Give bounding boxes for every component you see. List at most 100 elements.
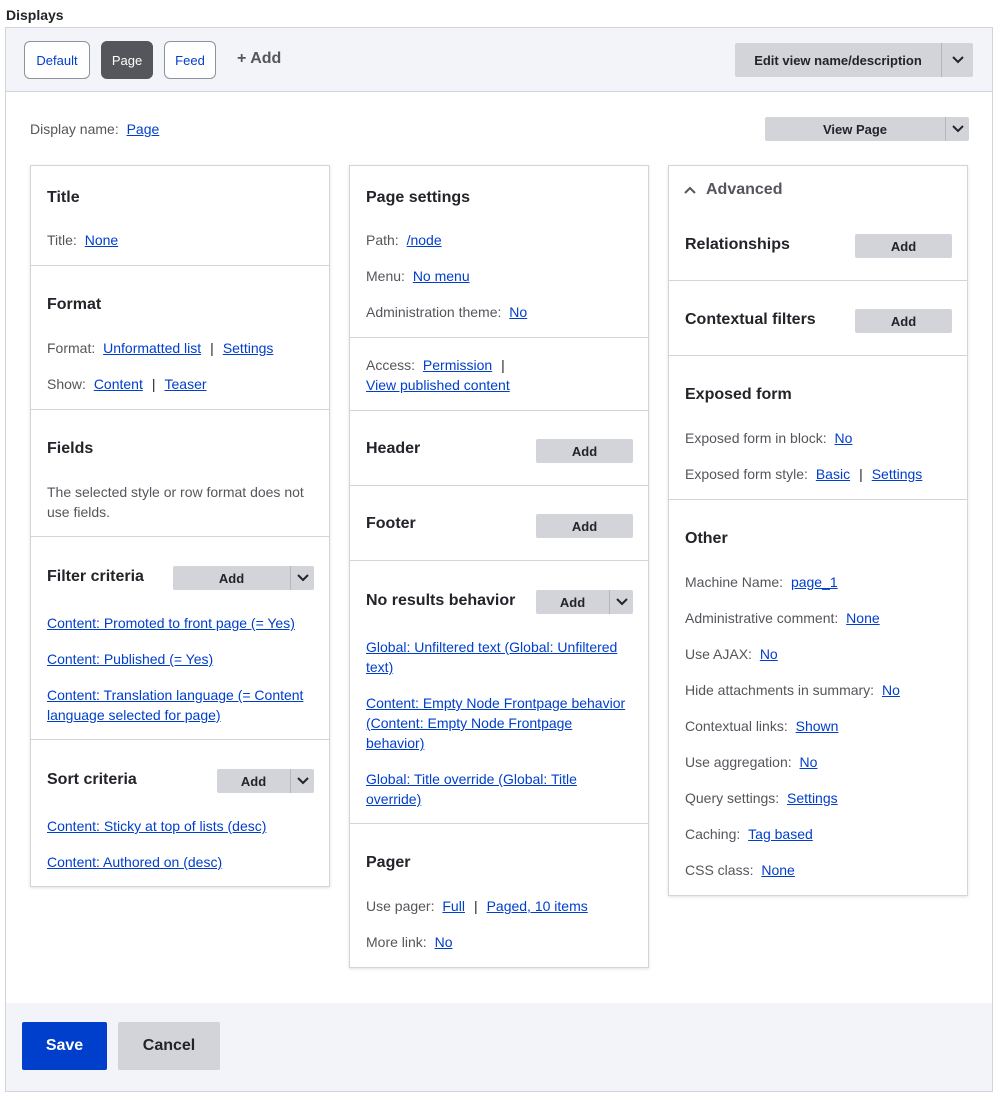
section-no-results: No results behavior Add Global: Unfilter… <box>350 561 648 824</box>
menu-link[interactable]: No menu <box>413 268 470 284</box>
save-button[interactable]: Save <box>22 1022 107 1070</box>
path-label: Path: <box>366 232 399 248</box>
show-link[interactable]: Content <box>94 376 143 392</box>
format-settings-link[interactable]: Settings <box>223 340 274 356</box>
display-tabs-bar: Default Page Feed + Add Edit view name/d… <box>6 28 992 92</box>
column-basic: Title Title: None Format Format: Unforma… <box>30 165 330 887</box>
chevron-down-icon[interactable] <box>290 566 314 590</box>
section-heading: Filter criteria <box>47 568 144 585</box>
pager-full-link[interactable]: Full <box>442 898 465 914</box>
section-heading: Header <box>366 440 421 457</box>
menu-label: Menu: <box>366 268 405 284</box>
section-heading: Format <box>47 296 102 313</box>
contextual-links-link[interactable]: Shown <box>796 718 839 734</box>
view-page-dropbutton[interactable]: View Page <box>765 117 969 141</box>
machine-name-link[interactable]: page_1 <box>791 574 838 590</box>
edit-view-name-button[interactable]: Edit view name/description <box>735 43 941 77</box>
tab-default[interactable]: Default <box>24 41 90 79</box>
exposed-settings-link[interactable]: Settings <box>872 466 923 482</box>
section-heading: Title <box>47 189 80 206</box>
section-sort-criteria: Sort criteria Add Content: Sticky at top… <box>31 740 329 888</box>
caching-link[interactable]: Tag based <box>748 826 813 842</box>
section-title: Title Title: None <box>31 166 329 266</box>
section-page-settings: Page settings Path: /node Menu: No menu … <box>350 166 648 338</box>
cancel-button[interactable]: Cancel <box>118 1022 220 1070</box>
section-heading: No results behavior <box>366 592 516 609</box>
chevron-down-icon[interactable] <box>290 769 314 793</box>
section-filter-criteria: Filter criteria Add Content: Promoted to… <box>31 537 329 740</box>
no-results-add-dropbutton[interactable]: Add <box>536 590 633 614</box>
exposed-style-label: Exposed form style: <box>685 466 808 482</box>
section-heading: Sort criteria <box>47 771 137 788</box>
column-page-settings: Page settings Path: /node Menu: No menu … <box>349 165 649 968</box>
css-class-link[interactable]: None <box>761 862 794 878</box>
section-heading: Pager <box>366 854 411 871</box>
path-link[interactable]: /node <box>407 232 442 248</box>
section-heading: Footer <box>366 515 416 532</box>
more-link-link[interactable]: No <box>435 934 453 950</box>
advanced-toggle[interactable]: Advanced <box>683 181 782 199</box>
more-link-label: More link: <box>366 934 427 950</box>
filter-item-translation[interactable]: Content: Translation language (= Content… <box>47 687 303 723</box>
no-results-item-empty-node[interactable]: Content: Empty Node Frontpage behavior (… <box>366 695 625 751</box>
display-name-link[interactable]: Page <box>127 121 160 137</box>
sort-add-dropbutton[interactable]: Add <box>217 769 314 793</box>
tab-page[interactable]: Page <box>101 41 153 79</box>
filter-add-button[interactable]: Add <box>173 566 290 590</box>
edit-view-dropbutton[interactable]: Edit view name/description <box>735 43 973 77</box>
other-label: Administrative comment: <box>685 610 839 626</box>
chevron-down-icon[interactable] <box>941 43 973 77</box>
section-heading: Fields <box>47 440 94 457</box>
admin-theme-label: Administration theme: <box>366 304 502 320</box>
sort-item-sticky[interactable]: Content: Sticky at top of lists (desc) <box>47 818 266 834</box>
other-label: Use AJAX: <box>685 646 752 662</box>
section-exposed-form: Exposed form Exposed form in block: No E… <box>669 356 967 500</box>
no-results-item-unfiltered[interactable]: Global: Unfiltered text (Global: Unfilte… <box>366 639 617 675</box>
section-heading: Contextual filters <box>685 311 816 328</box>
hide-attachments-link[interactable]: No <box>882 682 900 698</box>
advanced-label: Advanced <box>706 181 783 198</box>
format-label: Format: <box>47 340 96 356</box>
display-name-label: Display name: <box>30 121 119 137</box>
exposed-style-link[interactable]: Basic <box>816 466 850 482</box>
display-name-row: Display name: Page <box>30 121 159 137</box>
use-ajax-link[interactable]: No <box>760 646 778 662</box>
form-actions: Save Cancel <box>6 1003 992 1091</box>
teaser-link[interactable]: Teaser <box>165 376 207 392</box>
filter-item-published[interactable]: Content: Published (= Yes) <box>47 651 213 667</box>
no-results-item-title-override[interactable]: Global: Title override (Global: Title ov… <box>366 771 577 807</box>
title-link[interactable]: None <box>85 232 118 248</box>
use-aggregation-link[interactable]: No <box>800 754 818 770</box>
fields-note: The selected style or row format does no… <box>47 484 304 520</box>
exposed-block-link[interactable]: No <box>835 430 853 446</box>
add-display-button[interactable]: + Add <box>237 50 281 68</box>
access-permission-value-link[interactable]: View published content <box>366 377 510 393</box>
footer-add-button[interactable]: Add <box>536 514 633 538</box>
admin-theme-link[interactable]: No <box>509 304 527 320</box>
filter-item-promoted[interactable]: Content: Promoted to front page (= Yes) <box>47 615 295 631</box>
no-results-add-button[interactable]: Add <box>536 590 609 614</box>
section-pager: Pager Use pager: Full | Paged, 10 items Mo… <box>366 854 588 950</box>
format-link[interactable]: Unformatted list <box>103 340 201 356</box>
section-relationships: Relationships Add <box>669 206 967 281</box>
chevron-down-icon[interactable] <box>609 590 633 614</box>
chevron-down-icon[interactable] <box>945 117 969 141</box>
pager-label: Use pager: <box>366 898 435 914</box>
chevron-up-icon <box>684 186 696 194</box>
view-page-button[interactable]: View Page <box>765 117 945 141</box>
contextual-add-button[interactable]: Add <box>855 309 952 333</box>
access-permission-link[interactable]: Permission <box>423 357 492 373</box>
sort-item-authored[interactable]: Content: Authored on (desc) <box>47 854 222 870</box>
other-label: Use aggregation: <box>685 754 792 770</box>
header-add-button[interactable]: Add <box>536 439 633 463</box>
query-settings-link[interactable]: Settings <box>787 790 838 806</box>
filter-add-dropbutton[interactable]: Add <box>173 566 314 590</box>
admin-comment-link[interactable]: None <box>846 610 879 626</box>
relationships-add-button[interactable]: Add <box>855 234 952 258</box>
section-format: Format Format: Unformatted list | Settings… <box>31 266 329 410</box>
sort-add-button[interactable]: Add <box>217 769 290 793</box>
tab-feed[interactable]: Feed <box>164 41 216 79</box>
pager-items-link[interactable]: Paged, 10 items <box>487 898 588 914</box>
displays-heading: Displays <box>6 7 64 23</box>
other-label: Query settings: <box>685 790 780 806</box>
